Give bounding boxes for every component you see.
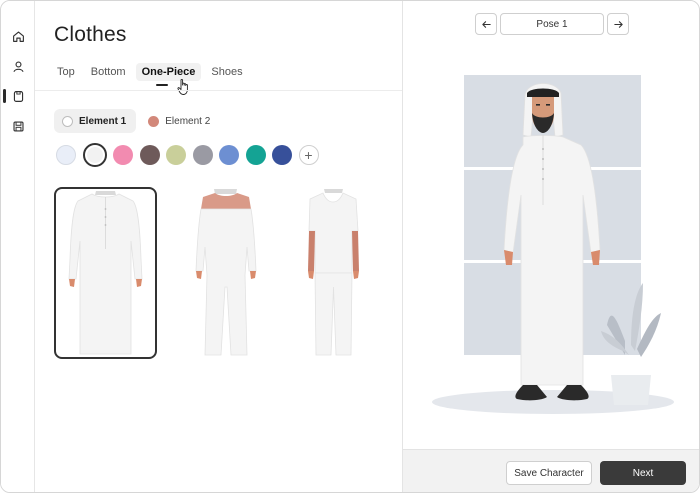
color-swatch[interactable] bbox=[245, 145, 266, 165]
previous-pose-button[interactable] bbox=[475, 13, 497, 35]
element-1-label: Element 1 bbox=[79, 115, 127, 127]
color-swatch[interactable] bbox=[272, 145, 292, 165]
element-2-label: Element 2 bbox=[165, 115, 211, 127]
shirt-icon[interactable] bbox=[6, 84, 30, 108]
tab-shoes[interactable]: Shoes bbox=[205, 63, 248, 81]
action-footer: Save Character Next bbox=[403, 449, 699, 492]
color-swatch[interactable] bbox=[82, 143, 107, 167]
tab-one-piece[interactable]: One-Piece bbox=[135, 63, 202, 81]
pose-label: Pose 1 bbox=[500, 13, 604, 35]
save-character-button[interactable]: Save Character bbox=[506, 461, 592, 485]
outfit-card-shirt-and-pants[interactable] bbox=[282, 187, 385, 359]
clothes-panel: Clothes Top Bottom One-Piece Shoes Eleme… bbox=[35, 1, 402, 492]
element-2-button[interactable]: Element 2 bbox=[140, 109, 220, 133]
hand-cursor-icon bbox=[177, 79, 188, 95]
add-color-button[interactable]: + bbox=[298, 145, 319, 165]
color-swatch[interactable] bbox=[113, 145, 133, 165]
tabs-divider bbox=[35, 90, 402, 91]
next-button[interactable]: Next bbox=[600, 461, 686, 485]
save-icon[interactable] bbox=[6, 114, 30, 138]
element-2-color-dot bbox=[148, 115, 160, 127]
page-title: Clothes bbox=[54, 23, 127, 46]
element-selector: Element 1 Element 2 bbox=[54, 109, 224, 133]
color-swatch[interactable] bbox=[219, 145, 239, 165]
tab-top[interactable]: Top bbox=[51, 63, 81, 81]
left-rail bbox=[1, 1, 35, 492]
app-window: Clothes Top Bottom One-Piece Shoes Eleme… bbox=[0, 0, 700, 493]
tab-bottom[interactable]: Bottom bbox=[85, 63, 132, 81]
character-preview: Pose 1 Save Character Next bbox=[402, 1, 699, 492]
active-tab-indicator bbox=[156, 84, 168, 86]
color-swatch[interactable] bbox=[56, 145, 76, 165]
element-1-color-dot bbox=[62, 115, 73, 127]
next-pose-button[interactable] bbox=[607, 13, 629, 35]
outfit-card-thobe[interactable] bbox=[54, 187, 157, 359]
color-swatch[interactable] bbox=[166, 145, 186, 165]
category-tabs: Top Bottom One-Piece Shoes bbox=[51, 63, 253, 81]
arrow-right-icon bbox=[613, 20, 623, 28]
arrow-left-icon bbox=[481, 20, 491, 28]
element-1-button[interactable]: Element 1 bbox=[54, 109, 137, 133]
character-stage bbox=[432, 75, 674, 414]
home-icon[interactable] bbox=[6, 24, 30, 48]
outfit-card-jumpsuit[interactable] bbox=[175, 187, 278, 359]
color-swatch[interactable] bbox=[139, 145, 160, 165]
color-swatches: + bbox=[56, 143, 319, 167]
color-swatch[interactable] bbox=[192, 145, 213, 165]
user-icon[interactable] bbox=[6, 54, 30, 78]
